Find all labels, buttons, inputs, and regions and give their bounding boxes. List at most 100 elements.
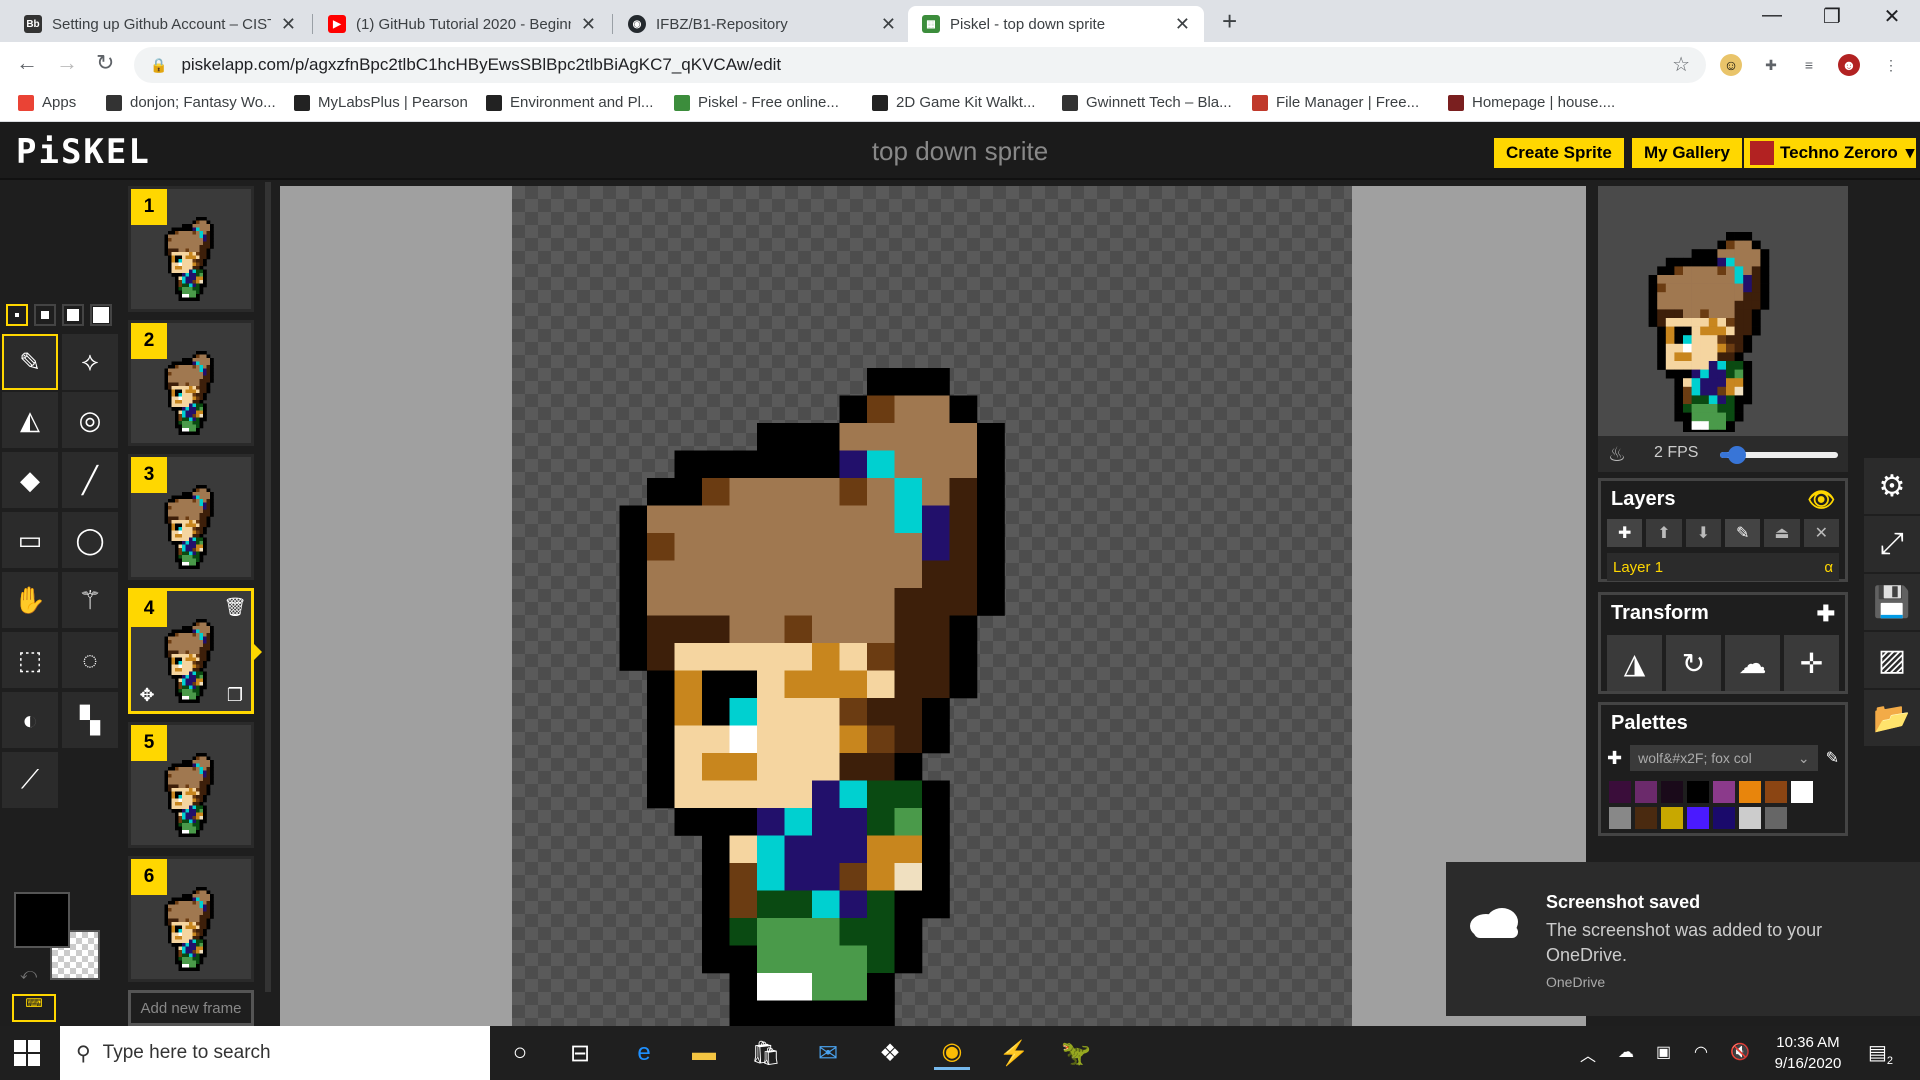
onion-skin-icon[interactable]: ♨: [1608, 442, 1626, 467]
edit-layer-icon[interactable]: ✎: [1724, 519, 1761, 547]
taskbar-search[interactable]: ⚲ Type here to search: [60, 1026, 490, 1080]
address-bar[interactable]: 🔒 piskelapp.com/p/agxzfnBpc2tlbC1hcHByEw…: [134, 47, 1706, 83]
menu-kebab-icon[interactable]: ⋮: [1880, 54, 1902, 76]
tab-github-repo[interactable]: ◉ IFBZ/B1-Repository ✕: [614, 6, 910, 42]
flip-icon[interactable]: ◮: [1607, 635, 1662, 691]
frame-thumbnail[interactable]: 1: [128, 186, 254, 312]
palette-color-swatch[interactable]: [1609, 807, 1631, 829]
edit-palette-icon[interactable]: ✎: [1826, 748, 1839, 768]
profile-avatar-icon[interactable]: ☻: [1838, 54, 1860, 76]
duplicate-frame-icon[interactable]: ❐: [221, 681, 249, 709]
onedrive-tray-icon[interactable]: ☁: [1618, 1042, 1634, 1062]
bookmark-item[interactable]: File Manager | Free...: [1252, 94, 1419, 111]
maximize-button[interactable]: ❐: [1812, 4, 1852, 29]
primary-color-swatch[interactable]: [14, 892, 70, 948]
volume-mute-icon[interactable]: 🔇: [1730, 1042, 1750, 1062]
resize-icon[interactable]: ⤢: [1864, 516, 1920, 572]
show-hidden-icons[interactable]: ︿: [1580, 1042, 1596, 1066]
frame-thumbnail[interactable]: 6: [128, 856, 254, 982]
game-app-icon[interactable]: 🦖: [1058, 1036, 1094, 1070]
frame-thumbnail[interactable]: 2: [128, 320, 254, 446]
circle-tool-icon[interactable]: ◯: [62, 512, 118, 568]
pen-size-3[interactable]: [62, 304, 84, 326]
extension-avatar-icon[interactable]: ☺: [1720, 54, 1742, 76]
align-center-icon[interactable]: ✛: [1784, 635, 1839, 691]
action-center-icon[interactable]: ▤2: [1868, 1040, 1893, 1067]
clone-sheep-icon[interactable]: ☁: [1725, 635, 1780, 691]
pen-size-2[interactable]: [34, 304, 56, 326]
close-tab-icon[interactable]: ✕: [881, 14, 896, 35]
dithering-tool-icon[interactable]: ▚: [62, 692, 118, 748]
lighten-tool-icon[interactable]: ◐: [2, 692, 58, 748]
lasso-select-icon[interactable]: ◌: [62, 632, 118, 688]
rotate-icon[interactable]: ↻: [1666, 635, 1721, 691]
drawing-canvas-area[interactable]: [280, 186, 1586, 1026]
bookmark-item[interactable]: Environment and Pl...: [486, 94, 653, 111]
onedrive-notification[interactable]: Screenshot saved The screenshot was adde…: [1446, 862, 1920, 1016]
windows-start-icon[interactable]: [14, 1040, 40, 1066]
new-tab-button[interactable]: +: [1222, 6, 1237, 37]
palette-color-swatch[interactable]: [1661, 781, 1683, 803]
move-layer-up-icon[interactable]: ⬆: [1646, 519, 1682, 547]
tab-github-account[interactable]: Bb Setting up Github Account – CIST ✕: [10, 6, 310, 42]
palette-color-swatch[interactable]: [1635, 807, 1657, 829]
palette-color-swatch[interactable]: [1661, 807, 1683, 829]
merge-layer-icon[interactable]: ⏏: [1764, 519, 1800, 547]
bookmark-item[interactable]: donjon; Fantasy Wo...: [106, 94, 276, 111]
palette-color-swatch[interactable]: [1713, 781, 1735, 803]
palette-color-swatch[interactable]: [1609, 781, 1631, 803]
palette-color-swatch[interactable]: [1713, 807, 1735, 829]
bookmark-item[interactable]: Gwinnett Tech – Bla...: [1062, 94, 1232, 111]
tab-piskel[interactable]: ▦ Piskel - top down sprite ✕: [908, 6, 1204, 42]
my-gallery-button[interactable]: My Gallery: [1632, 138, 1742, 168]
mail-icon[interactable]: ✉: [810, 1036, 846, 1070]
fps-slider[interactable]: [1720, 446, 1838, 464]
open-folder-icon[interactable]: 📂: [1864, 690, 1920, 746]
palette-color-swatch[interactable]: [1765, 781, 1787, 803]
pen-tool-icon[interactable]: ✎: [2, 334, 58, 390]
palette-color-swatch[interactable]: [1739, 807, 1761, 829]
minimize-button[interactable]: —: [1752, 4, 1792, 27]
bookmark-item[interactable]: MyLabsPlus | Pearson: [294, 94, 468, 111]
close-tab-icon[interactable]: ✕: [1175, 14, 1190, 35]
bookmark-star-icon[interactable]: ☆: [1672, 52, 1690, 77]
frames-scrollbar[interactable]: [265, 182, 271, 992]
layer-alpha[interactable]: α: [1824, 559, 1833, 576]
frame-thumbnail[interactable]: 4 🗑 ✥ ❐: [128, 588, 254, 714]
frame-thumbnail[interactable]: 3: [128, 454, 254, 580]
move-layer-down-icon[interactable]: ⬇: [1685, 519, 1721, 547]
bookmark-item[interactable]: 2D Game Kit Walkt...: [872, 94, 1035, 111]
move-frame-icon[interactable]: ✥: [133, 681, 161, 709]
add-frame-button[interactable]: Add new frame: [128, 990, 254, 1026]
file-explorer-icon[interactable]: ▬: [686, 1036, 722, 1070]
forward-arrow-icon[interactable]: →: [56, 50, 78, 76]
rectangle-tool-icon[interactable]: ▭: [2, 512, 58, 568]
palette-color-swatch[interactable]: [1739, 781, 1761, 803]
swap-colors-icon[interactable]: ⤺: [20, 966, 37, 984]
plus-icon[interactable]: ✚: [1817, 601, 1835, 627]
move-hand-icon[interactable]: ✋: [2, 572, 58, 628]
extensions-puzzle-icon[interactable]: ✚: [1760, 54, 1782, 76]
chrome-icon[interactable]: ◉: [934, 1036, 970, 1070]
delete-layer-icon[interactable]: ✕: [1803, 519, 1839, 547]
paint-bucket-icon[interactable]: ◭: [2, 392, 58, 448]
eye-icon[interactable]: 👁: [1807, 487, 1835, 513]
create-sprite-button[interactable]: Create Sprite: [1494, 138, 1624, 168]
edge-icon[interactable]: e: [626, 1036, 662, 1070]
back-arrow-icon[interactable]: ←: [16, 50, 38, 76]
add-layer-icon[interactable]: ✚: [1607, 519, 1643, 547]
media-control-icon[interactable]: ≡: [1798, 54, 1820, 76]
user-menu-button[interactable]: Techno Zeroro ▾: [1744, 138, 1916, 168]
eraser-icon[interactable]: ◆: [2, 452, 58, 508]
paint-same-color-icon[interactable]: ◎: [62, 392, 118, 448]
palette-color-swatch[interactable]: [1791, 781, 1813, 803]
save-icon[interactable]: 💾: [1864, 574, 1920, 630]
palette-color-swatch[interactable]: [1635, 781, 1657, 803]
layer-item[interactable]: Layer 1 α: [1607, 553, 1839, 581]
bookmark-item[interactable]: Apps: [18, 94, 76, 111]
tab-youtube-tutorial[interactable]: ▶ (1) GitHub Tutorial 2020 - Beginn ✕: [314, 6, 610, 42]
task-view-icon[interactable]: ⊟: [562, 1036, 598, 1070]
reload-icon[interactable]: ↻: [96, 50, 114, 76]
frame-thumbnail[interactable]: 5: [128, 722, 254, 848]
shape-selection-icon[interactable]: ⚚: [62, 572, 118, 628]
